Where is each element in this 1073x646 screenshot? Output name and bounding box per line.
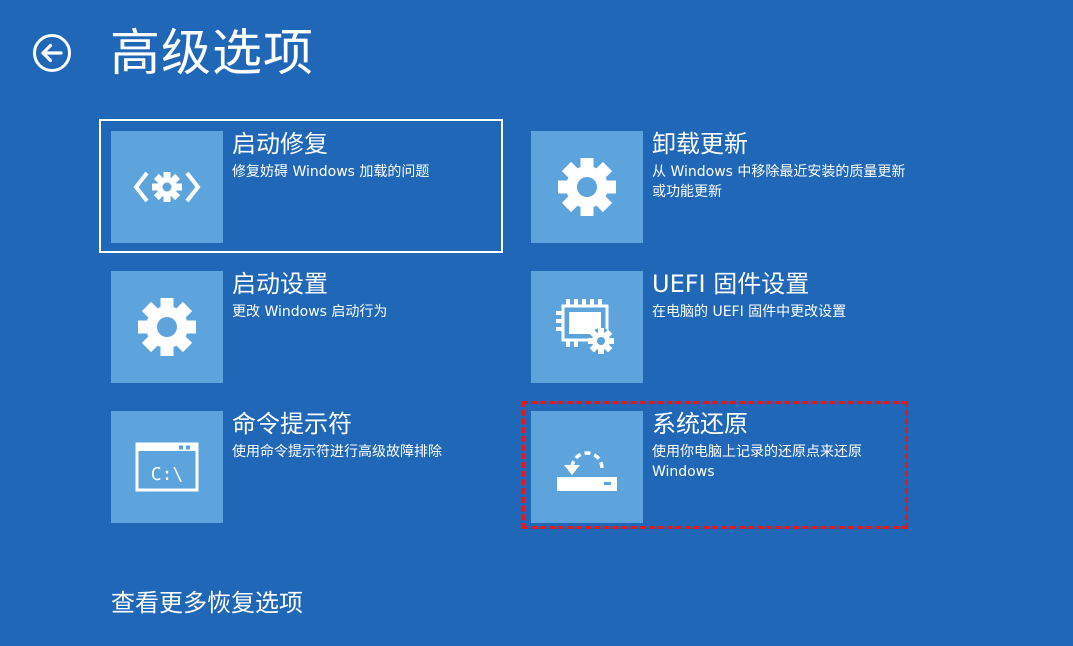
option-description: 使用你电脑上记录的还原点来还原 Windows bbox=[652, 444, 862, 480]
startup-repair-icon bbox=[111, 131, 223, 243]
uefi-firmware-settings-option[interactable]: UEFI 固件设置 在电脑的 UEFI 固件中更改设置 bbox=[521, 261, 921, 391]
option-description: 使用命令提示符进行高级故障排除 bbox=[232, 444, 442, 460]
uninstall-updates-option[interactable]: 卸载更新 从 Windows 中移除最近安装的质量更新或功能更新 bbox=[521, 121, 921, 251]
gear-icon bbox=[111, 271, 223, 383]
back-button[interactable] bbox=[32, 33, 72, 73]
option-title: UEFI 固件设置 bbox=[652, 270, 810, 298]
back-arrow-icon bbox=[33, 34, 71, 72]
startup-settings-option[interactable]: 启动设置 更改 Windows 启动行为 bbox=[101, 261, 501, 391]
option-title: 系统还原 bbox=[652, 410, 748, 438]
option-description: 在电脑的 UEFI 固件中更改设置 bbox=[652, 304, 847, 320]
system-restore-icon bbox=[531, 411, 643, 523]
command-prompt-option[interactable]: C:\ 命令提示符 使用命令提示符进行高级故障排除 bbox=[101, 401, 501, 531]
option-description: 从 Windows 中移除最近安装的质量更新或功能更新 bbox=[652, 164, 906, 200]
firmware-chip-gear-icon bbox=[531, 271, 643, 383]
option-description: 更改 Windows 启动行为 bbox=[232, 304, 388, 320]
page-title: 高级选项 bbox=[110, 24, 314, 82]
option-description: 修复妨碍 Windows 加载的问题 bbox=[232, 164, 430, 180]
system-restore-option[interactable]: 系统还原 使用你电脑上记录的还原点来还原 Windows bbox=[521, 401, 921, 531]
gear-icon bbox=[531, 131, 643, 243]
option-title: 启动设置 bbox=[232, 270, 328, 298]
startup-repair-option[interactable]: 启动修复 修复妨碍 Windows 加载的问题 bbox=[99, 119, 503, 253]
option-title: 命令提示符 bbox=[232, 410, 352, 438]
more-recovery-options-link[interactable]: 查看更多恢复选项 bbox=[111, 586, 303, 620]
command-prompt-icon-text: C:\ bbox=[151, 464, 184, 485]
option-title: 启动修复 bbox=[232, 130, 328, 158]
command-prompt-icon: C:\ bbox=[111, 411, 223, 523]
option-title: 卸载更新 bbox=[652, 130, 748, 158]
